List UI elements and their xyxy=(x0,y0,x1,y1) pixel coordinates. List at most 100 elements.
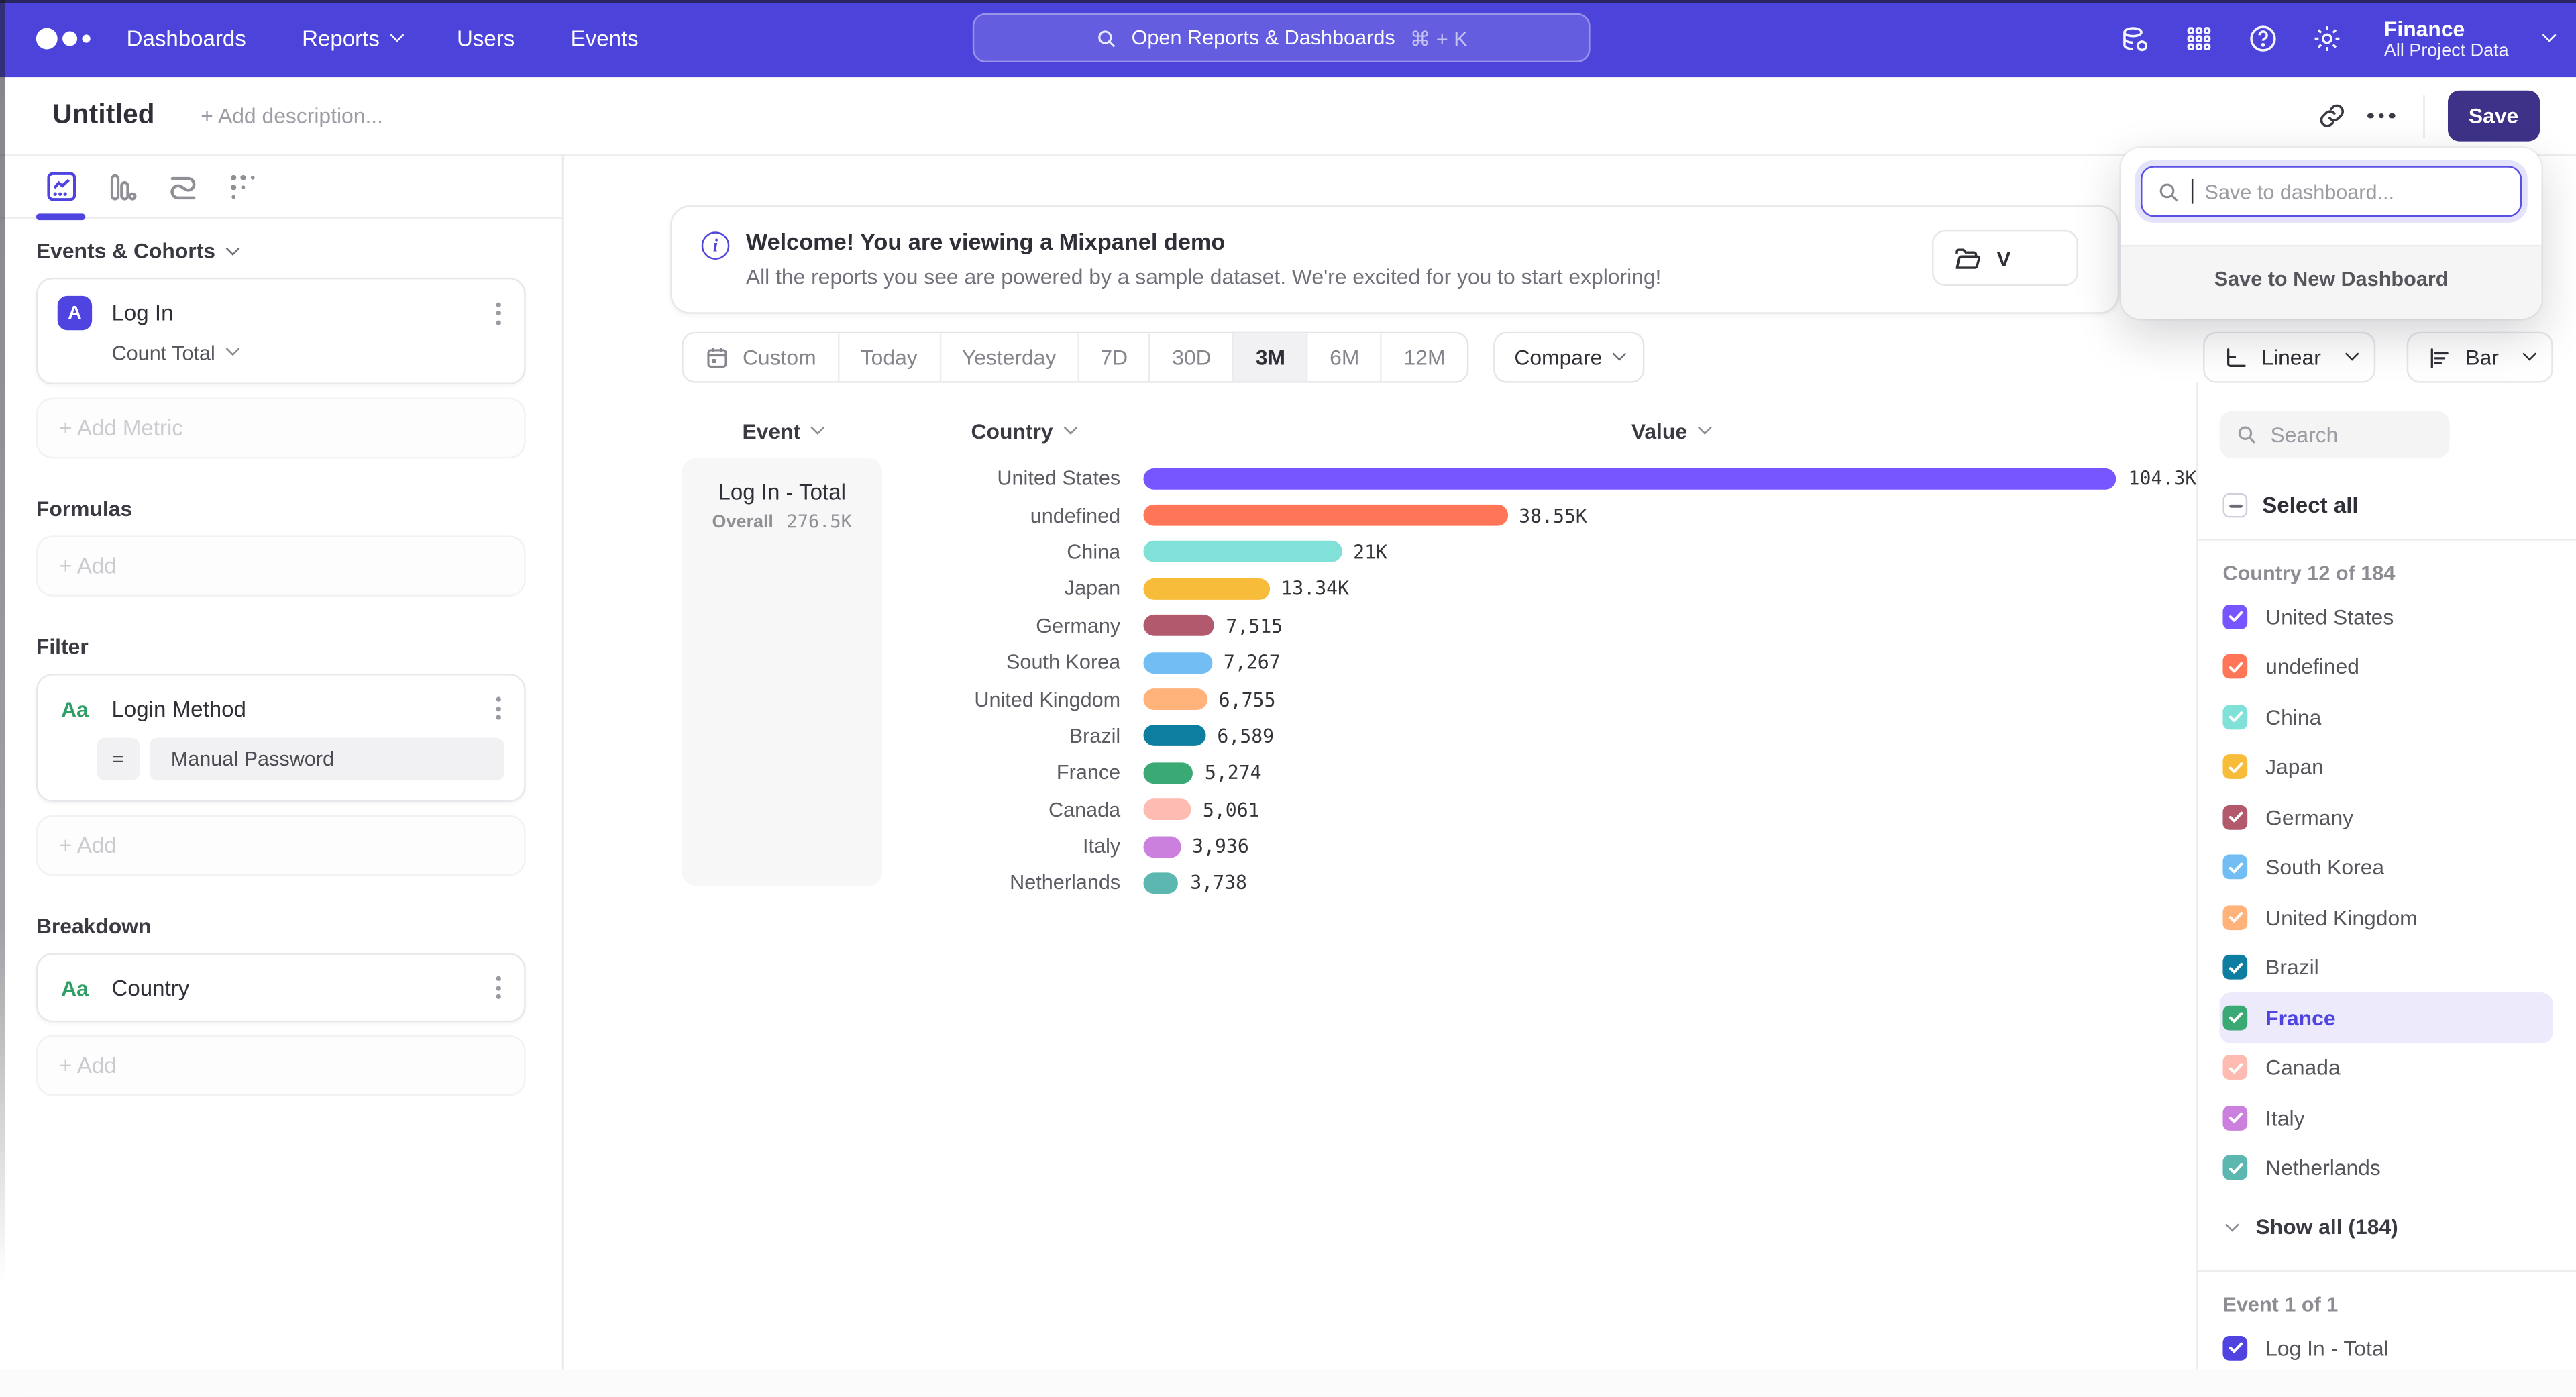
event-name: Log In xyxy=(112,301,493,325)
date-range-option[interactable]: 30D xyxy=(1149,333,1233,381)
compare-button[interactable]: Compare xyxy=(1493,332,1645,383)
event-column-header[interactable]: Event xyxy=(682,419,882,444)
metric-card[interactable]: A Log In Count Total xyxy=(36,278,526,384)
filter-operator-chip[interactable]: = xyxy=(97,738,140,781)
legend-item[interactable]: Brazil xyxy=(2220,942,2553,992)
event-cell[interactable]: Log In - Total Overall 276.5K xyxy=(682,458,882,886)
bar[interactable] xyxy=(1143,762,1193,784)
colored-checkbox[interactable] xyxy=(2222,755,2247,780)
date-range-control: Custom Today Yesterday 7D 30D 3M 6M 12M xyxy=(682,332,1468,383)
legend-item[interactable]: South Korea xyxy=(2220,842,2553,892)
filter-card[interactable]: Aa Login Method = Manual Password xyxy=(36,674,526,802)
nav-item[interactable]: Reports xyxy=(302,26,401,51)
data-management-icon[interactable] xyxy=(2118,22,2151,55)
legend-item-label: United States xyxy=(2265,605,2394,629)
save-to-new-dashboard-button[interactable]: Save to New Dashboard xyxy=(2121,245,2542,319)
legend-item[interactable]: Netherlands xyxy=(2220,1143,2553,1193)
nav-item[interactable]: Users xyxy=(457,26,515,51)
kebab-menu-icon[interactable] xyxy=(493,692,504,725)
bar[interactable] xyxy=(1143,688,1207,710)
indeterminate-checkbox[interactable] xyxy=(2222,493,2247,518)
mixpanel-logo-icon[interactable] xyxy=(36,28,91,50)
report-header: Untitled + Add description... Save xyxy=(0,77,2576,156)
legend-item[interactable]: France xyxy=(2220,992,2553,1043)
legend-search-input[interactable]: Search xyxy=(2220,411,2450,458)
nav-item[interactable]: Dashboards xyxy=(127,26,246,51)
legend-item[interactable]: Japan xyxy=(2220,742,2553,792)
date-range-option[interactable]: 12M xyxy=(1381,333,1466,381)
apps-grid-icon[interactable] xyxy=(2182,22,2215,55)
kebab-menu-icon[interactable] xyxy=(493,297,504,329)
add-description-field[interactable]: + Add description... xyxy=(201,103,383,128)
colored-checkbox[interactable] xyxy=(2222,605,2247,629)
help-icon[interactable] xyxy=(2246,22,2279,55)
add-formula-button[interactable]: + Add xyxy=(36,535,526,597)
date-range-option[interactable]: 7D xyxy=(1077,333,1149,381)
colored-checkbox[interactable] xyxy=(2222,654,2247,679)
legend-item[interactable]: undefined xyxy=(2220,641,2553,692)
colored-checkbox[interactable] xyxy=(2222,855,2247,880)
nav-item[interactable]: Events xyxy=(571,26,639,51)
bar-row: Italy 3,936 xyxy=(882,828,2196,865)
colored-checkbox[interactable] xyxy=(2222,905,2247,930)
date-range-option[interactable]: Today xyxy=(837,333,938,381)
chart-type-dropdown[interactable]: Bar xyxy=(2406,332,2553,383)
bar-value-label: 6,755 xyxy=(1219,688,1276,711)
save-button[interactable]: Save xyxy=(2447,91,2540,142)
add-metric-button[interactable]: + Add Metric xyxy=(36,398,526,459)
bar[interactable] xyxy=(1143,615,1214,637)
select-all-row[interactable]: Select all xyxy=(2222,493,2553,518)
colored-checkbox[interactable] xyxy=(2222,1106,2247,1131)
events-cohorts-heading[interactable]: Events & Cohorts xyxy=(36,238,526,263)
date-range-option[interactable]: 3M xyxy=(1233,333,1307,381)
report-title[interactable]: Untitled xyxy=(52,100,154,132)
project-switcher[interactable]: Finance All Project Data xyxy=(2384,16,2553,60)
more-options-button[interactable] xyxy=(2357,91,2406,140)
date-range-option[interactable]: 6M xyxy=(1307,333,1381,381)
bar[interactable] xyxy=(1143,541,1341,563)
colored-checkbox[interactable] xyxy=(2222,1055,2247,1080)
settings-gear-icon[interactable] xyxy=(2310,22,2343,55)
tab-funnels[interactable] xyxy=(102,162,142,211)
legend-item[interactable]: China xyxy=(2220,692,2553,742)
aggregation-dropdown[interactable]: Count Total xyxy=(112,342,504,364)
legend-item[interactable]: Italy xyxy=(2220,1093,2553,1143)
save-dashboard-search-input[interactable]: Save to dashboard... xyxy=(2141,166,2522,217)
tab-flows[interactable] xyxy=(162,162,202,211)
breakdown-card[interactable]: Aa Country xyxy=(36,953,526,1022)
country-column-header[interactable]: Country xyxy=(902,419,1143,444)
colored-checkbox[interactable] xyxy=(2222,805,2247,829)
kebab-menu-icon[interactable] xyxy=(493,971,504,1004)
date-range-option[interactable]: Custom xyxy=(684,333,838,381)
legend-item[interactable]: Germany xyxy=(2220,792,2553,842)
colored-checkbox[interactable] xyxy=(2222,955,2247,980)
bar[interactable] xyxy=(1143,872,1179,894)
tab-insights[interactable] xyxy=(41,162,80,211)
add-filter-button[interactable]: + Add xyxy=(36,815,526,876)
view-boards-button[interactable]: V xyxy=(1933,230,2078,286)
legend-item[interactable]: United States xyxy=(2220,592,2553,642)
value-column-header[interactable]: Value xyxy=(1143,419,2196,444)
colored-checkbox[interactable] xyxy=(2222,705,2247,729)
scale-dropdown[interactable]: Linear xyxy=(2202,332,2375,383)
bar[interactable] xyxy=(1143,836,1180,858)
colored-checkbox[interactable] xyxy=(2222,1155,2247,1180)
bar[interactable] xyxy=(1143,725,1205,747)
date-range-option[interactable]: Yesterday xyxy=(939,333,1078,381)
colored-checkbox[interactable] xyxy=(2222,1335,2247,1360)
bar[interactable] xyxy=(1143,652,1212,673)
bar[interactable] xyxy=(1143,505,1507,526)
show-all-button[interactable]: Show all (184) xyxy=(2226,1203,2553,1249)
bar[interactable] xyxy=(1143,799,1191,821)
colored-checkbox[interactable] xyxy=(2222,1005,2247,1030)
add-breakdown-button[interactable]: + Add xyxy=(36,1035,526,1096)
bar[interactable] xyxy=(1143,468,2116,489)
bar[interactable] xyxy=(1143,578,1269,600)
copy-link-button[interactable] xyxy=(2308,91,2357,140)
legend-item[interactable]: United Kingdom xyxy=(2220,892,2553,943)
legend-item[interactable]: Log In - Total xyxy=(2220,1323,2553,1369)
legend-item[interactable]: Canada xyxy=(2220,1043,2553,1093)
filter-value-chip[interactable]: Manual Password xyxy=(150,738,504,781)
tab-retention[interactable] xyxy=(223,162,263,211)
global-search-button[interactable]: Open Reports & Dashboards ⌘ + K xyxy=(973,13,1591,62)
